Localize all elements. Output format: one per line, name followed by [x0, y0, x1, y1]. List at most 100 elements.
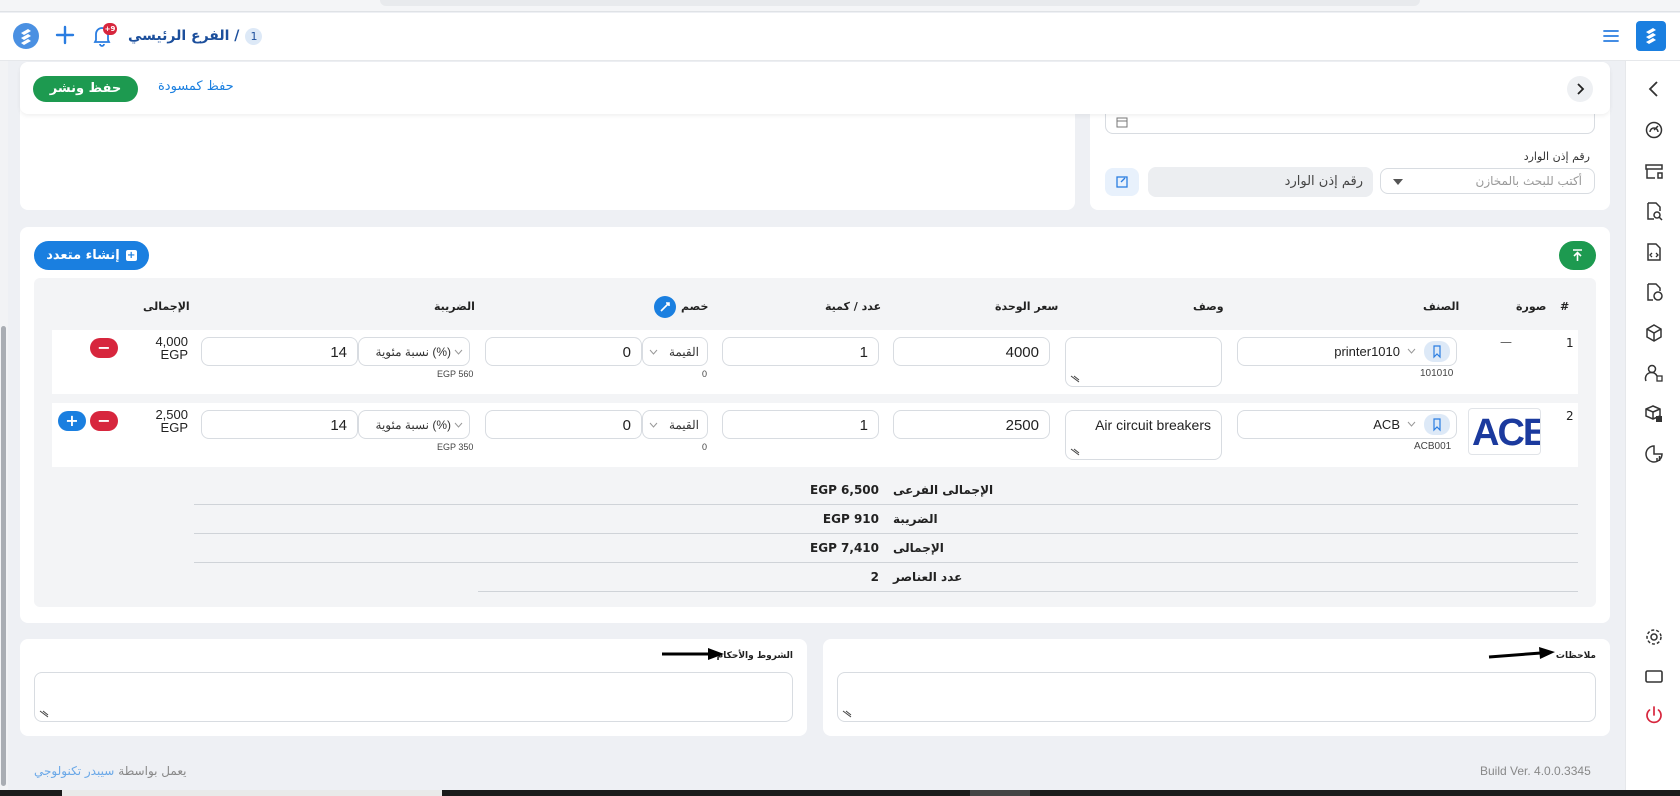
- items-count-label: عدد العناصر: [893, 570, 963, 584]
- powered-link[interactable]: سيبدر تكنولوجي: [34, 764, 114, 778]
- chevron-down-icon: [454, 349, 463, 355]
- branch-selector[interactable]: الفرع الرئيسي / 1: [128, 25, 263, 47]
- add-row-button[interactable]: +: [58, 411, 86, 431]
- settings-icon[interactable]: [1644, 627, 1664, 647]
- qty-input[interactable]: 1: [722, 337, 879, 366]
- add-icon[interactable]: [53, 23, 77, 47]
- tax-value: 14: [330, 417, 347, 434]
- screen-icon[interactable]: [1644, 666, 1664, 686]
- receipt-number-placeholder: رقم إذن الوارد: [1284, 174, 1363, 189]
- unit-price-input[interactable]: 2500: [893, 410, 1050, 439]
- bookmark-icon[interactable]: [1424, 414, 1450, 435]
- description-textarea[interactable]: [1065, 337, 1222, 387]
- tax-total-value: EGP 910: [822, 512, 879, 526]
- row-number: 2: [1566, 409, 1574, 423]
- notes-card: ملاحظات: [823, 639, 1610, 736]
- row-total-currency: EGP: [160, 347, 188, 362]
- power-icon[interactable]: [1644, 705, 1664, 725]
- tax-note: EGP 560: [437, 369, 474, 379]
- col-unit-price: سعر الوحدة: [995, 300, 1059, 313]
- unit-price-input[interactable]: 4000: [893, 337, 1050, 366]
- code-doc-icon[interactable]: [1644, 242, 1664, 262]
- item-select[interactable]: printer1010: [1237, 337, 1457, 366]
- chevron-down-icon: [1407, 421, 1416, 427]
- discount-type-select[interactable]: القيمة: [642, 337, 708, 366]
- package-icon[interactable]: [1644, 404, 1664, 424]
- remove-row-button[interactable]: −: [90, 338, 118, 358]
- report-icon[interactable]: [1644, 444, 1664, 464]
- discount-edit-icon[interactable]: [654, 296, 676, 318]
- discount-input[interactable]: 0: [485, 410, 642, 439]
- notification-badge: +9: [103, 23, 117, 35]
- chevron-left-icon[interactable]: [1644, 79, 1664, 99]
- warehouse-search-select[interactable]: أكتب للبحث بالمخازن: [1380, 168, 1595, 194]
- col-num: #: [1560, 300, 1570, 313]
- warehouse-search-placeholder: أكتب للبحث بالمخازن: [1475, 174, 1582, 188]
- unit-price-value: 2500: [1005, 417, 1039, 434]
- terms-textarea[interactable]: [34, 672, 793, 722]
- tax-type-select[interactable]: نسبة مئوية (%): [358, 410, 470, 439]
- app-header: +9 الفرع الرئيسي / 1: [0, 13, 1680, 61]
- item-value: ACB: [1373, 417, 1400, 432]
- store-icon[interactable]: [1644, 161, 1664, 181]
- description-textarea[interactable]: Air circuit breakers: [1065, 410, 1222, 460]
- search-doc-icon[interactable]: [1644, 201, 1664, 221]
- scroll-to-top-button[interactable]: [1559, 241, 1596, 270]
- discount-type-value: القيمة: [668, 418, 699, 432]
- grand-total-value: EGP 7,410: [810, 541, 879, 555]
- discount-input[interactable]: 0: [485, 337, 642, 366]
- money-doc-icon[interactable]: [1644, 282, 1664, 302]
- calendar-icon: [1116, 116, 1128, 128]
- save-publish-button[interactable]: حفظ ونشر: [33, 76, 138, 102]
- item-code: 101010: [1420, 368, 1454, 379]
- row-total-currency: EGP: [160, 420, 188, 435]
- app-logo-icon[interactable]: [13, 23, 39, 49]
- divider: [194, 562, 1578, 563]
- receipt-edit-icon[interactable]: [1105, 168, 1139, 196]
- divider: [194, 533, 1578, 534]
- powered-by: سيبدر تكنولوجي يعمل بواسطة: [34, 764, 186, 778]
- unit-price-value: 4000: [1005, 344, 1039, 361]
- build-version: Build Ver. 4.0.0.3345: [1480, 764, 1591, 778]
- notes-textarea[interactable]: [837, 672, 1596, 722]
- tax-type-select[interactable]: نسبة مئوية (%): [358, 337, 470, 366]
- col-item: الصنف: [1423, 300, 1460, 313]
- box-icon[interactable]: [1644, 323, 1664, 343]
- subtotal-value: EGP 6,500: [810, 483, 879, 497]
- add-box-icon: +: [125, 250, 137, 261]
- bookmark-icon[interactable]: [1424, 341, 1450, 362]
- tax-input[interactable]: 14: [201, 337, 358, 366]
- create-multiple-label: إنشاء متعدد: [46, 248, 120, 263]
- row-total: 2,500 EGP: [144, 408, 188, 434]
- description-value: Air circuit breakers: [1095, 417, 1211, 433]
- col-image: صورة: [1516, 300, 1547, 313]
- terms-label: الشروط والأحكام: [716, 651, 793, 661]
- create-multiple-button[interactable]: إنشاء متعدد +: [34, 241, 149, 270]
- menu-icon[interactable]: [1602, 28, 1620, 44]
- item-select[interactable]: ACB: [1237, 410, 1457, 439]
- dashboard-icon[interactable]: [1644, 120, 1664, 140]
- page-scrollbar[interactable]: [0, 61, 8, 796]
- discount-note: 0: [702, 369, 708, 379]
- col-discount: خصم: [681, 300, 709, 313]
- item-code: ACB001: [1414, 441, 1452, 452]
- powered-prefix: يعمل بواسطة: [118, 764, 187, 778]
- terms-card: الشروط والأحكام: [20, 639, 807, 736]
- sidebar-logo-icon[interactable]: [1636, 21, 1666, 51]
- tax-input[interactable]: 14: [201, 410, 358, 439]
- qty-input[interactable]: 1: [722, 410, 879, 439]
- branch-label: الفرع الرئيسي /: [128, 28, 240, 44]
- branch-count-badge: 1: [245, 27, 263, 45]
- tax-value: 14: [330, 344, 347, 361]
- chevron-down-icon: [454, 422, 463, 428]
- receipt-number-input[interactable]: رقم إذن الوارد: [1148, 167, 1373, 197]
- action-bar: حفظ ونشر حفظ كمسودة: [20, 62, 1610, 114]
- remove-row-button[interactable]: −: [90, 411, 118, 431]
- divider: [478, 591, 1578, 592]
- save-draft-link[interactable]: حفظ كمسودة: [158, 79, 234, 94]
- users-icon[interactable]: [1644, 363, 1664, 383]
- collapse-button[interactable]: [1567, 76, 1593, 102]
- discount-type-select[interactable]: القيمة: [642, 410, 708, 439]
- tax-type-value: نسبة مئوية (%): [375, 345, 451, 359]
- date-field[interactable]: [1105, 112, 1595, 134]
